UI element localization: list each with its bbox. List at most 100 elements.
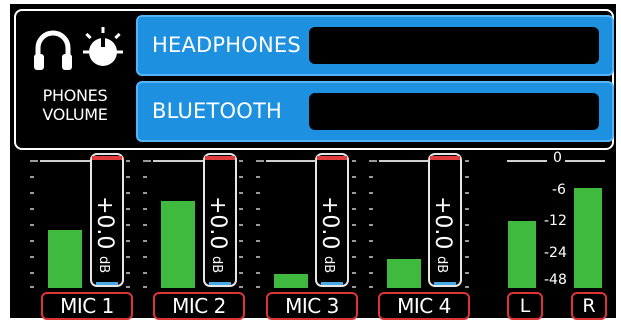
scale-tick bbox=[143, 160, 151, 162]
fader-unit-mic-4: dB bbox=[434, 256, 449, 274]
phones-volume-header: PHONES VOLUME bbox=[16, 11, 134, 148]
scale-tick bbox=[30, 256, 34, 258]
master-meter-right bbox=[574, 188, 602, 288]
fader-unit-mic-1: dB bbox=[96, 256, 111, 274]
scale-tick bbox=[369, 272, 373, 274]
scale-tick bbox=[126, 224, 130, 226]
scale-tick bbox=[369, 208, 373, 210]
scale-tick bbox=[465, 240, 469, 242]
scale-tick bbox=[256, 240, 260, 242]
scale-tick bbox=[239, 240, 243, 242]
scale-tick bbox=[126, 208, 130, 210]
scale-tick bbox=[143, 286, 147, 288]
zero-line bbox=[40, 160, 90, 162]
scale-tick bbox=[30, 272, 34, 274]
scale-tick bbox=[256, 176, 260, 178]
zero-line bbox=[266, 160, 316, 162]
scale-tick bbox=[143, 192, 147, 194]
scale-tick bbox=[256, 224, 260, 226]
scale-tick bbox=[352, 192, 356, 194]
scale-tick bbox=[369, 192, 373, 194]
scale-tick bbox=[239, 192, 243, 194]
scale-tick bbox=[369, 176, 373, 178]
scale-tick bbox=[239, 272, 243, 274]
headphones-volume-row[interactable]: HEADPHONES bbox=[136, 15, 614, 76]
scale-tick bbox=[126, 192, 130, 194]
bluetooth-label: BLUETOOTH bbox=[152, 99, 283, 123]
level-meter-4 bbox=[387, 259, 421, 288]
scale-tick bbox=[369, 256, 373, 258]
level-meter-3 bbox=[274, 274, 308, 288]
scale-tick bbox=[143, 224, 147, 226]
channel-label-mic-4[interactable]: MIC 4 bbox=[378, 292, 470, 320]
fader-bottom-marker bbox=[96, 282, 118, 285]
scale-tick bbox=[239, 160, 243, 162]
scale-tick bbox=[239, 224, 243, 226]
scale-tick bbox=[352, 256, 356, 258]
phones-volume-label-line2: VOLUME bbox=[42, 105, 108, 124]
fader-bottom-marker bbox=[321, 282, 343, 285]
scale-tick bbox=[30, 176, 34, 178]
scale-tick bbox=[465, 256, 469, 258]
scale-tick bbox=[369, 286, 373, 288]
scale-tick bbox=[256, 256, 260, 258]
fader-top-marker bbox=[317, 156, 347, 160]
scale-tick bbox=[352, 160, 356, 162]
zero-line bbox=[507, 160, 547, 162]
scale-tick bbox=[256, 208, 260, 210]
headphones-volume-bar[interactable] bbox=[309, 27, 599, 64]
scale-tick bbox=[256, 286, 260, 288]
scale-tick bbox=[143, 176, 147, 178]
scale-tick bbox=[369, 160, 377, 162]
scale-tick bbox=[352, 176, 356, 178]
scale-tick bbox=[352, 272, 356, 274]
volume-knob-icon bbox=[83, 27, 123, 66]
fader-value-mic-1: +0.0 bbox=[92, 196, 117, 250]
scale-tick bbox=[143, 208, 147, 210]
fader-bottom-marker bbox=[434, 282, 456, 285]
scale-tick bbox=[465, 192, 469, 194]
master-scale-0: 0 bbox=[553, 150, 562, 166]
scale-tick bbox=[239, 286, 243, 288]
zero-line bbox=[565, 160, 605, 162]
scale-tick bbox=[126, 256, 130, 258]
scale-tick bbox=[256, 192, 260, 194]
scale-tick bbox=[352, 224, 356, 226]
scale-tick bbox=[143, 256, 147, 258]
zero-line bbox=[153, 160, 203, 162]
scale-tick bbox=[126, 286, 130, 288]
bluetooth-volume-row[interactable]: BLUETOOTH bbox=[136, 81, 614, 142]
master-scale-6: -6 bbox=[552, 182, 566, 198]
scale-tick bbox=[465, 160, 469, 162]
fader-value-mic-3: +0.0 bbox=[317, 196, 342, 250]
scale-tick bbox=[30, 240, 34, 242]
channel-label-mic-1[interactable]: MIC 1 bbox=[41, 292, 133, 320]
scale-tick bbox=[465, 286, 469, 288]
scale-tick bbox=[465, 208, 469, 210]
master-meter-left bbox=[508, 221, 536, 288]
scale-tick bbox=[369, 240, 373, 242]
master-separator bbox=[496, 152, 500, 292]
master-label-right[interactable]: R bbox=[571, 292, 607, 320]
scale-tick bbox=[126, 176, 130, 178]
scale-tick bbox=[239, 256, 243, 258]
scale-tick bbox=[256, 272, 260, 274]
channel-label-mic-3[interactable]: MIC 3 bbox=[266, 292, 358, 320]
channel-label-mic-2[interactable]: MIC 2 bbox=[153, 292, 245, 320]
scale-tick bbox=[126, 160, 130, 162]
fader-unit-mic-3: dB bbox=[321, 256, 336, 274]
level-meter-2 bbox=[161, 201, 195, 288]
scale-tick bbox=[30, 208, 34, 210]
master-scale-24: -24 bbox=[544, 245, 567, 261]
scale-tick bbox=[352, 286, 356, 288]
fader-top-marker bbox=[92, 156, 122, 160]
phones-volume-label-line1: PHONES bbox=[42, 86, 108, 105]
bluetooth-volume-bar[interactable] bbox=[309, 93, 599, 130]
scale-tick bbox=[352, 208, 356, 210]
scale-tick bbox=[30, 286, 34, 288]
master-label-left[interactable]: L bbox=[507, 292, 543, 320]
scale-tick bbox=[352, 240, 356, 242]
scale-tick bbox=[369, 224, 373, 226]
scale-tick bbox=[465, 272, 469, 274]
fader-top-marker bbox=[205, 156, 235, 160]
